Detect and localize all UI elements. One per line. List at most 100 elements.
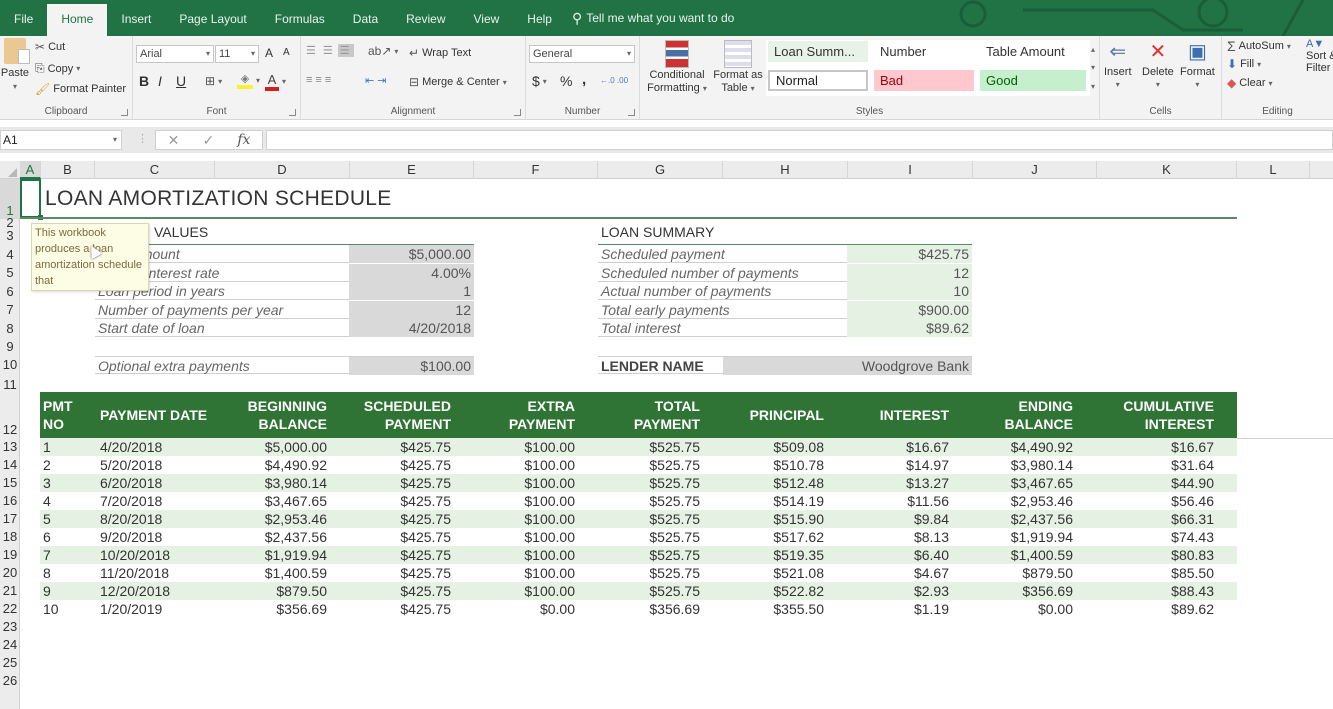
row-header-22[interactable]: 22 [0,600,20,618]
scroll-down-icon[interactable]: ▾ [1091,63,1095,72]
cell-extra-payment[interactable]: $100.00 [473,528,575,546]
merge-center-button[interactable]: ⊟ Merge & Center ▾ [409,75,507,89]
row-header-23[interactable]: 23 [0,618,20,636]
row-header-4[interactable]: 4 [0,245,20,264]
orientation-button[interactable]: ab↗ ▾ [368,44,398,58]
cell-cumulative-interest[interactable]: $85.50 [1096,564,1214,582]
conditional-formatting-button[interactable]: Conditional Formatting ▾ [642,40,712,94]
cell-beginning-balance[interactable]: $2,437.56 [225,528,327,546]
cell-cumulative-interest[interactable]: $74.43 [1096,528,1214,546]
cell-payment-date[interactable]: 6/20/2018 [100,474,225,492]
cell-payment-date[interactable]: 1/20/2019 [100,600,225,618]
column-header-i[interactable]: I [848,161,973,179]
cell-payment-date[interactable]: 7/20/2018 [100,492,225,510]
row-header-9[interactable]: 9 [0,338,20,356]
cell-payment-date[interactable]: 5/20/2018 [100,456,225,474]
style-loan-summary[interactable]: Loan Summ... [768,41,868,62]
column-header-e[interactable]: E [350,161,474,179]
font-name-select[interactable]: Arial ▾ [136,45,214,63]
cell-ending-balance[interactable]: $879.50 [973,564,1073,582]
cell-total-payment[interactable]: $525.75 [598,582,700,600]
row-header-8[interactable]: 8 [0,319,20,338]
cell-scheduled-payment[interactable]: $425.75 [349,492,451,510]
style-good[interactable]: Good [980,70,1086,91]
cell-principal[interactable]: $355.50 [723,600,824,618]
row-header-10[interactable]: 10 [0,356,20,374]
row-header-14[interactable]: 14 [0,456,20,474]
cut-button[interactable]: ✂ Cut [35,40,65,54]
tab-view[interactable]: View [460,0,514,36]
select-all-button[interactable] [0,161,20,179]
cell-cumulative-interest[interactable]: $31.64 [1096,456,1214,474]
header-pmt-no[interactable]: PMT NO [43,392,93,438]
row-header-15[interactable]: 15 [0,474,20,492]
format-painter-button[interactable]: 🖌 Format Painter [35,82,126,96]
tab-help[interactable]: Help [513,0,566,36]
cell-extra-payment[interactable]: $0.00 [473,600,575,618]
input-value[interactable]: $5,000.00 [349,245,474,263]
format-cells-button[interactable]: ▣ Format ▾ [1180,39,1215,89]
cancel-icon[interactable]: ✕ [168,132,180,149]
cell-extra-payment[interactable]: $100.00 [473,474,575,492]
row-header-18[interactable]: 18 [0,528,20,546]
row-header-7[interactable]: 7 [0,301,20,319]
cell-cumulative-interest[interactable]: $66.31 [1096,510,1214,528]
cell-beginning-balance[interactable]: $356.69 [225,600,327,618]
cell-pmt-no[interactable]: 3 [43,474,93,492]
cell-interest[interactable]: $1.19 [848,600,949,618]
row-header-24[interactable]: 24 [0,636,20,654]
cell-pmt-no[interactable]: 7 [43,546,93,564]
cell-ending-balance[interactable]: $2,953.46 [973,492,1073,510]
cell-pmt-no[interactable]: 6 [43,528,93,546]
cell-cumulative-interest[interactable]: $16.67 [1096,438,1214,456]
row-header-25[interactable]: 25 [0,654,20,672]
number-format-select[interactable]: General ▾ [529,45,635,63]
tab-insert[interactable]: Insert [107,0,165,36]
cell-scheduled-payment[interactable]: $425.75 [349,474,451,492]
cell-principal[interactable]: $522.82 [723,582,824,600]
cell-scheduled-payment[interactable]: $425.75 [349,456,451,474]
cell-payment-date[interactable]: 9/20/2018 [100,528,225,546]
copy-button[interactable]: ⎘ Copy ▾ [35,61,80,76]
cell-total-payment[interactable]: $525.75 [598,474,700,492]
fill-color-button[interactable]: ◈ ▾ [237,72,260,89]
name-box[interactable]: A1 ▾ [0,130,122,150]
header-scheduled-payment[interactable]: SCHEDULED PAYMENT [349,392,451,438]
column-header-c[interactable]: C [95,161,215,179]
cell-principal[interactable]: $515.90 [723,510,824,528]
insert-function-button[interactable]: fx [237,132,250,148]
formula-input[interactable] [266,130,1333,150]
bold-button[interactable]: B [139,73,149,89]
cell-cumulative-interest[interactable]: $80.83 [1096,546,1214,564]
format-as-table-button[interactable]: Format as Table ▾ [712,40,764,94]
cell-scheduled-payment[interactable]: $425.75 [349,564,451,582]
cell-extra-payment[interactable]: $100.00 [473,582,575,600]
decrease-font-size-button[interactable]: A [283,47,290,58]
tab-file[interactable]: File [0,0,47,36]
cell-interest[interactable]: $8.13 [848,528,949,546]
row-header-6[interactable]: 6 [0,282,20,301]
cell-extra-payment[interactable]: $100.00 [473,492,575,510]
sort-filter-button[interactable]: A▼Sort &Filter [1306,38,1333,74]
borders-button[interactable]: ⊞ ▾ [205,74,222,88]
autosum-button[interactable]: Σ AutoSum ▾ [1227,38,1291,54]
style-table-amount[interactable]: Table Amount [980,41,1086,62]
increase-font-size-button[interactable]: A [265,46,273,60]
cell-interest[interactable]: $4.67 [848,564,949,582]
cell-total-payment[interactable]: $525.75 [598,528,700,546]
cell-principal[interactable]: $519.35 [723,546,824,564]
cell-ending-balance[interactable]: $4,490.92 [973,438,1073,456]
cell-cumulative-interest[interactable]: $89.62 [1096,600,1214,618]
cell-ending-balance[interactable]: $1,919.94 [973,528,1073,546]
cell-total-payment[interactable]: $525.75 [598,438,700,456]
cell-pmt-no[interactable]: 8 [43,564,93,582]
cell-ending-balance[interactable]: $3,980.14 [973,456,1073,474]
cell-beginning-balance[interactable]: $4,490.92 [225,456,327,474]
enter-icon[interactable]: ✓ [202,132,214,149]
cell-extra-payment[interactable]: $100.00 [473,546,575,564]
row-header-13[interactable]: 13 [0,438,20,456]
cell-beginning-balance[interactable]: $3,467.65 [225,492,327,510]
input-value[interactable]: 12 [349,301,474,319]
cell-extra-payment[interactable]: $100.00 [473,438,575,456]
cell-principal[interactable]: $521.08 [723,564,824,582]
